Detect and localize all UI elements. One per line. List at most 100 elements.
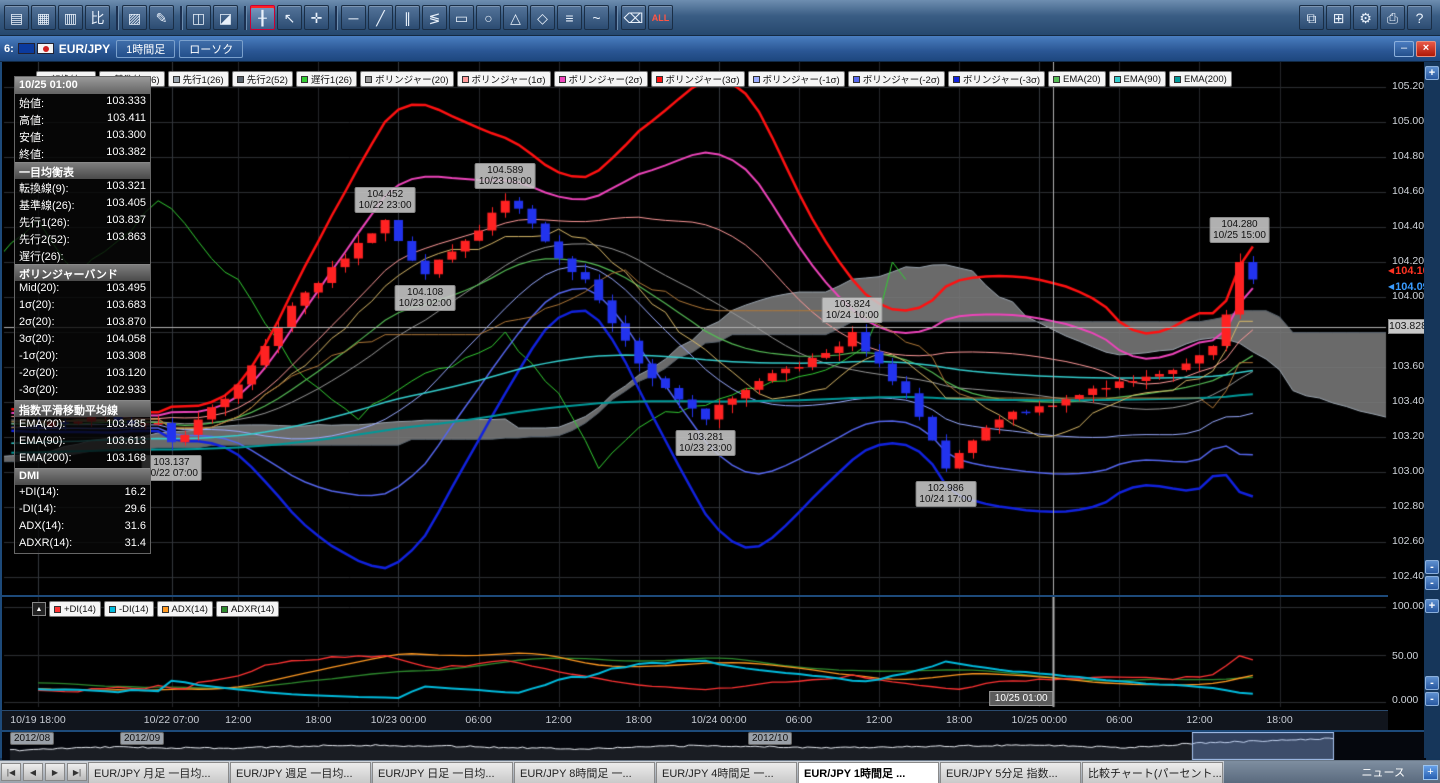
erase-all-icon[interactable]: ALL bbox=[648, 5, 673, 30]
polygon-tool-icon[interactable]: ◇ bbox=[530, 5, 555, 30]
info-row: 安値:103.300 bbox=[15, 128, 150, 145]
fibonacci-tool-icon[interactable]: ≶ bbox=[422, 5, 447, 30]
cursor-tool-icon[interactable]: ↖ bbox=[277, 5, 302, 30]
legend-item[interactable]: EMA(90) bbox=[1109, 71, 1166, 87]
data-window-icon[interactable]: ▥ bbox=[58, 5, 83, 30]
parallel-channel-tool-icon[interactable]: ∥ bbox=[395, 5, 420, 30]
horizontal-line-tool-icon[interactable]: ─ bbox=[341, 5, 366, 30]
navigator-canvas[interactable] bbox=[2, 730, 1426, 760]
chart-tab[interactable]: EUR/JPY 日足 一目均... bbox=[372, 762, 513, 783]
help-icon[interactable]: ? bbox=[1407, 5, 1432, 30]
dmi-zoom-out-button[interactable]: - bbox=[1425, 676, 1439, 690]
legend-item[interactable]: EMA(200) bbox=[1169, 71, 1232, 87]
data-window-panel[interactable]: 10/25 01:00 始値:103.333高値:103.411安値:103.3… bbox=[14, 76, 151, 554]
panel-splitter[interactable] bbox=[2, 595, 1426, 597]
dmi-legend-item[interactable]: ADX(14) bbox=[157, 601, 213, 617]
save-template-icon[interactable]: ◫ bbox=[186, 5, 211, 30]
edit-icon[interactable]: ✎ bbox=[149, 5, 174, 30]
rectangle-tool-icon[interactable]: ▭ bbox=[449, 5, 474, 30]
tab-scroll-button[interactable]: ▶| bbox=[67, 763, 87, 781]
multi-line-tool-icon[interactable]: ≡ bbox=[557, 5, 582, 30]
time-tick-label: 12:00 bbox=[546, 714, 572, 726]
info-row-label: -3σ(20): bbox=[19, 384, 58, 399]
info-row-label: 先行1(26): bbox=[19, 214, 70, 229]
settings-icon[interactable]: ⚙ bbox=[1353, 5, 1378, 30]
info-row-value: 103.863 bbox=[106, 231, 146, 246]
legend-item[interactable]: EMA(20) bbox=[1048, 71, 1105, 87]
tab-scroll-button[interactable]: ◀ bbox=[23, 763, 43, 781]
legend-item[interactable]: ボリンジャー(-2σ) bbox=[848, 71, 945, 87]
legend-item[interactable]: ボリンジャー(2σ) bbox=[554, 71, 648, 87]
toolbar-left-group: ▤▦▥比 ▨✎ ◫◪ ╂↖✛ ─╱∥≶▭○△◇≡~ ⌫ALL bbox=[4, 5, 675, 30]
dmi-legend-item[interactable]: +DI(14) bbox=[49, 601, 101, 617]
tab-scroll-button[interactable]: |◀ bbox=[1, 763, 21, 781]
new-chart-icon[interactable]: ▦ bbox=[31, 5, 56, 30]
dmi-zoom-in-button[interactable]: + bbox=[1425, 599, 1439, 613]
legend-item[interactable]: 遅行1(26) bbox=[296, 71, 357, 87]
screenshot-icon[interactable]: ▨ bbox=[122, 5, 147, 30]
dmi-legend-item[interactable]: -DI(14) bbox=[104, 601, 154, 617]
legend-item[interactable]: 先行2(52) bbox=[232, 71, 293, 87]
indicator-legend: 転換線(9)基準線(26)先行1(26)先行2(52)遅行1(26)ボリンジャー… bbox=[36, 71, 1386, 87]
info-row-value: 103.411 bbox=[107, 112, 146, 127]
legend-color-chip bbox=[1174, 76, 1181, 83]
add-chart-button[interactable]: + bbox=[1423, 765, 1438, 780]
close-button[interactable]: × bbox=[1416, 41, 1436, 57]
chart-tab[interactable]: 比較チャート(パーセント... bbox=[1082, 762, 1223, 783]
tab-scroll-button[interactable]: ▶ bbox=[45, 763, 65, 781]
info-row-label: -1σ(20): bbox=[19, 350, 58, 365]
eur-flag-icon bbox=[18, 43, 35, 54]
tile-windows-icon[interactable]: ⊞ bbox=[1326, 5, 1351, 30]
chart-tab[interactable]: EUR/JPY 週足 一目均... bbox=[230, 762, 371, 783]
info-section-header: DMI bbox=[15, 468, 150, 485]
legend-item[interactable]: ボリンジャー(20) bbox=[360, 71, 453, 87]
dmi-legend-item[interactable]: ADXR(14) bbox=[216, 601, 279, 617]
toolbar-separator bbox=[244, 6, 246, 30]
legend-item[interactable]: ボリンジャー(3σ) bbox=[651, 71, 745, 87]
chart-window-titlebar[interactable]: 6: EUR/JPY 1時間足 ローソク – × bbox=[0, 36, 1440, 62]
print-icon[interactable]: ⎙ bbox=[1380, 5, 1405, 30]
legend-item-label: EMA(90) bbox=[1124, 74, 1161, 85]
chart-tab[interactable]: EUR/JPY 4時間足 一... bbox=[656, 762, 797, 783]
legend-color-chip bbox=[462, 76, 469, 83]
timeframe-button[interactable]: 1時間足 bbox=[116, 40, 175, 58]
freehand-tool-icon[interactable]: ~ bbox=[584, 5, 609, 30]
price-zoom-in-button[interactable]: + bbox=[1425, 66, 1439, 80]
info-row-label: -DI(14): bbox=[19, 503, 56, 518]
price-zoom-out-button[interactable]: - bbox=[1425, 560, 1439, 574]
info-row-value: 103.321 bbox=[106, 180, 146, 195]
eraser-icon[interactable]: ⌫ bbox=[621, 5, 646, 30]
toolbar-right-group: ⧉⊞⚙⎙? bbox=[1299, 5, 1434, 30]
info-row: 始値:103.333 bbox=[15, 94, 150, 111]
main-chart-canvas[interactable] bbox=[2, 62, 1388, 596]
legend-color-chip bbox=[953, 76, 960, 83]
chart-tab[interactable]: EUR/JPY 8時間足 一... bbox=[514, 762, 655, 783]
price-axis-label: 102.40 bbox=[1392, 570, 1424, 582]
minimize-button[interactable]: – bbox=[1394, 41, 1414, 57]
legend-item-label: EMA(200) bbox=[1184, 74, 1227, 85]
trend-line-tool-icon[interactable]: ╱ bbox=[368, 5, 393, 30]
chart-tab[interactable]: EUR/JPY 月足 一目均... bbox=[88, 762, 229, 783]
price-axis-label: 103.20 bbox=[1392, 430, 1424, 442]
legend-item[interactable]: 先行1(26) bbox=[168, 71, 229, 87]
legend-item[interactable]: ボリンジャー(-3σ) bbox=[948, 71, 1045, 87]
chart-list-icon[interactable]: ▤ bbox=[4, 5, 29, 30]
chart-type-button[interactable]: ローソク bbox=[179, 40, 243, 58]
chart-tab[interactable]: EUR/JPY 5分足 指数... bbox=[940, 762, 1081, 783]
triangle-tool-icon[interactable]: △ bbox=[503, 5, 528, 30]
chart-tab[interactable]: EUR/JPY 1時間足 ... bbox=[798, 762, 939, 783]
toolbar-separator bbox=[335, 6, 337, 30]
legend-color-chip bbox=[753, 76, 760, 83]
ellipse-tool-icon[interactable]: ○ bbox=[476, 5, 501, 30]
dmi-scale-reset-button[interactable]: - bbox=[1425, 692, 1439, 706]
collapse-dmi-panel-button[interactable]: ▲ bbox=[32, 602, 46, 616]
price-scale-reset-button[interactable]: - bbox=[1425, 576, 1439, 590]
load-template-icon[interactable]: ◪ bbox=[213, 5, 238, 30]
compare-chart-icon[interactable]: 比 bbox=[85, 5, 110, 30]
legend-item[interactable]: ボリンジャー(1σ) bbox=[457, 71, 551, 87]
hand-tool-icon[interactable]: ✛ bbox=[304, 5, 329, 30]
crosshair-tool-icon[interactable]: ╂ bbox=[250, 5, 275, 30]
legend-item[interactable]: ボリンジャー(-1σ) bbox=[748, 71, 845, 87]
news-tab[interactable]: ニュース bbox=[1356, 763, 1411, 781]
new-window-icon[interactable]: ⧉ bbox=[1299, 5, 1324, 30]
